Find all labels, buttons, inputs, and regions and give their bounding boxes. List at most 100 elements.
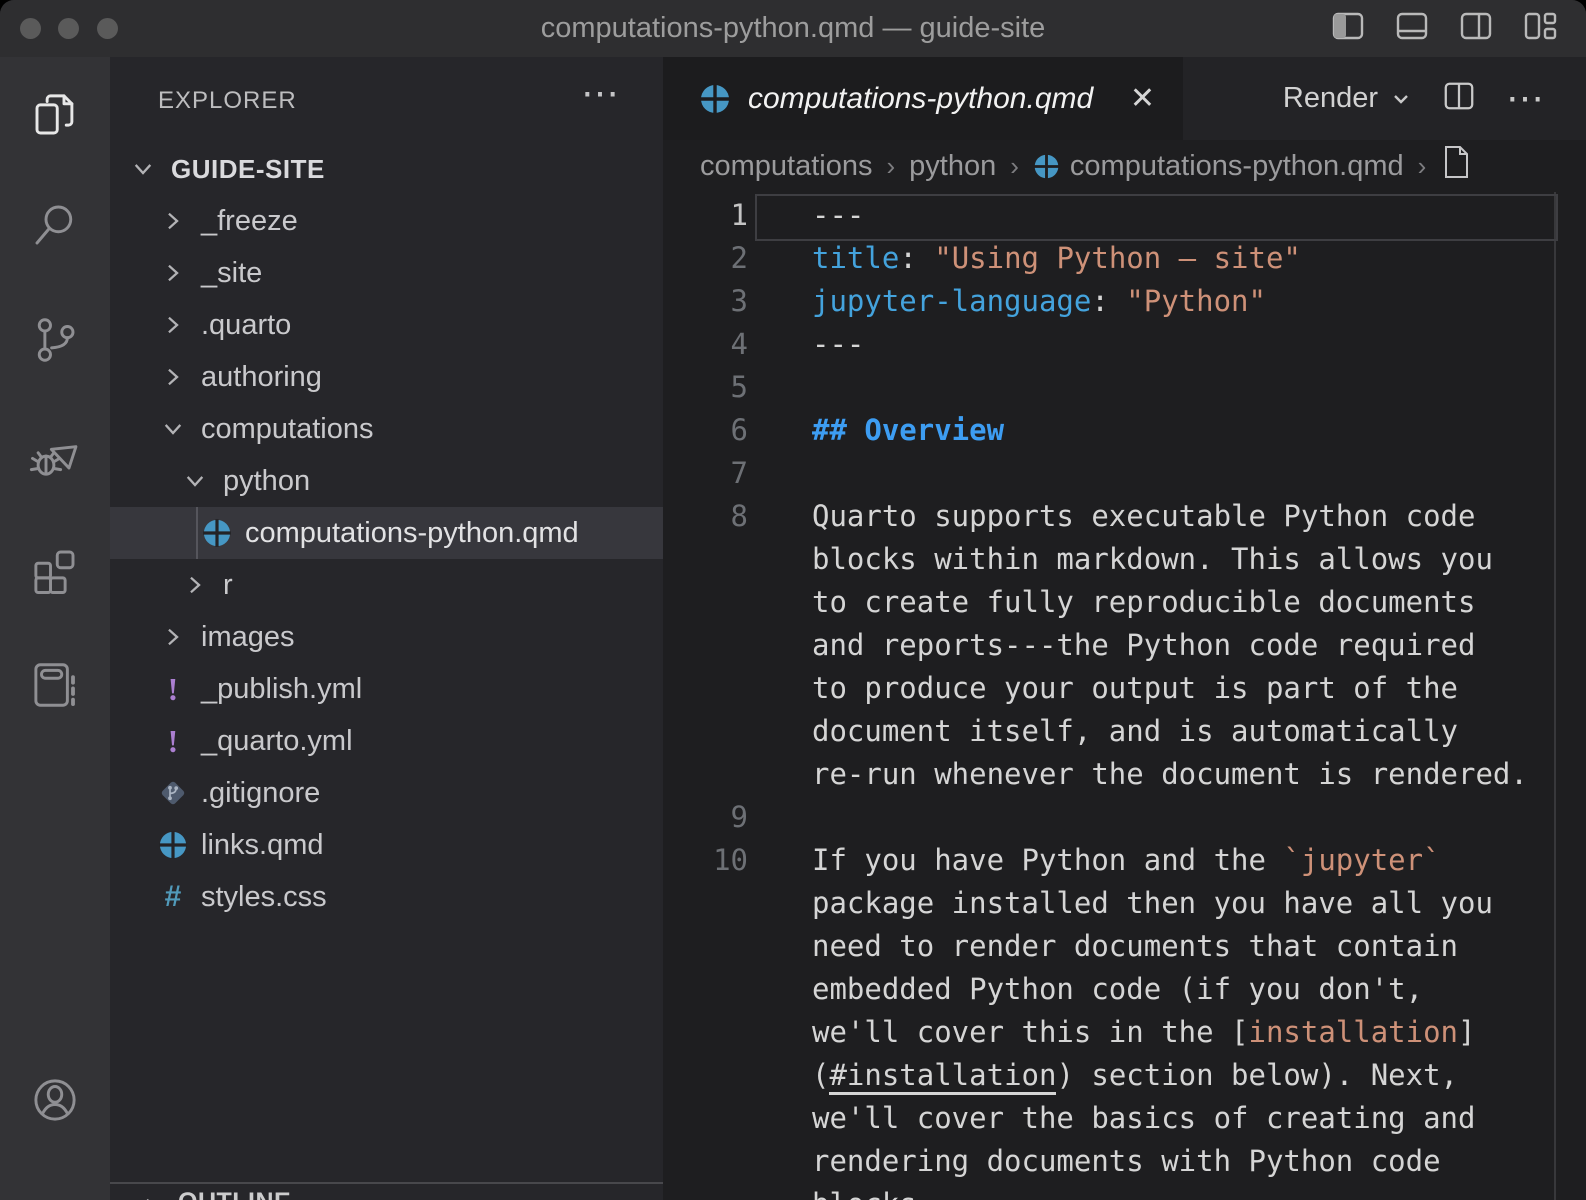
code-line-wrap[interactable]: embedded Python code (if you don't,	[663, 968, 1586, 1011]
title-bar: computations-python.qmd — guide-site	[0, 0, 1586, 57]
line-number: 8	[663, 495, 748, 538]
code-line-1[interactable]: 1---	[663, 194, 1586, 237]
tree-item-images[interactable]: images	[110, 611, 663, 663]
breadcrumb-label: computations	[700, 150, 873, 183]
line-number	[663, 925, 748, 968]
code-line-wrap[interactable]: need to render documents that contain	[663, 925, 1586, 968]
search-icon[interactable]	[0, 179, 110, 271]
file-icon	[1440, 144, 1472, 188]
code-line-5[interactable]: 5	[663, 366, 1586, 409]
explorer-icon[interactable]	[0, 69, 110, 161]
file-tree: GUIDE-SITE _freeze_site .quarto authoring co…	[110, 143, 663, 923]
yaml-icon: !	[158, 674, 188, 704]
code-line-wrap[interactable]: blocks	[663, 1183, 1586, 1200]
files-glyph	[28, 88, 82, 142]
tree-item-python[interactable]: python	[110, 455, 663, 507]
tree-item--publish-yml[interactable]: !_publish.yml	[110, 663, 663, 715]
tree-item-computations-python-qmd[interactable]: computations-python.qmd	[110, 507, 663, 559]
tree-item-styles-css[interactable]: #styles.css	[110, 871, 663, 923]
code-line-8[interactable]: 8Quarto supports executable Python code	[663, 495, 1586, 538]
tree-item--freeze[interactable]: _freeze	[110, 195, 663, 247]
sidebar-title: EXPLORER	[158, 87, 297, 115]
activity-bar	[0, 57, 110, 1200]
code-text: If you have Python and the `jupyter`	[812, 839, 1441, 882]
code-line-wrap[interactable]: and reports---the Python code required	[663, 624, 1586, 667]
code-line-wrap[interactable]: we'll cover this in the [installation]	[663, 1011, 1586, 1054]
code-line-wrap[interactable]: re-run whenever the document is rendered…	[663, 753, 1586, 796]
breadcrumb-item-file[interactable]	[1440, 144, 1472, 188]
more-actions-icon[interactable]: ⋯	[1506, 76, 1546, 121]
tab-computations-python[interactable]: computations-python.qmd ✕	[663, 57, 1183, 140]
tree-item-label: .quarto	[201, 309, 291, 342]
tree-item-label: computations	[201, 413, 374, 446]
code-line-10[interactable]: 10If you have Python and the `jupyter`	[663, 839, 1586, 882]
breadcrumb-item-computations-python-qmd[interactable]: computations-python.qmd	[1033, 150, 1404, 183]
line-number	[663, 624, 748, 667]
code-text: ---	[812, 194, 864, 237]
chevron-right-icon	[160, 208, 186, 234]
tree-item--site[interactable]: _site	[110, 247, 663, 299]
line-number	[663, 538, 748, 581]
code-line-wrap[interactable]: document itself, and is automatically	[663, 710, 1586, 753]
source-control-icon[interactable]	[0, 294, 110, 386]
line-number: 5	[663, 366, 748, 409]
split-editor-icon[interactable]	[1442, 80, 1476, 117]
tree-item-label: links.qmd	[201, 829, 324, 862]
breadcrumb-item-computations[interactable]: computations	[700, 150, 873, 183]
code-line-9[interactable]: 9	[663, 796, 1586, 839]
chevron-down-icon	[182, 468, 208, 494]
tab-strip: computations-python.qmd ✕ Render ⋯	[663, 57, 1586, 140]
render-button[interactable]: Render	[1283, 82, 1412, 115]
code-line-wrap[interactable]: blocks within markdown. This allows you	[663, 538, 1586, 581]
sidebar-more-actions-icon[interactable]: ⋯	[581, 71, 621, 116]
tree-item-computations[interactable]: computations	[110, 403, 663, 455]
outline-header[interactable]: OUTLINE	[110, 1188, 291, 1200]
code-text: embedded Python code (if you don't,	[812, 968, 1423, 1011]
toggle-secondary-sidebar-icon[interactable]	[1458, 10, 1494, 47]
render-label: Render	[1283, 82, 1378, 115]
extensions-icon[interactable]	[0, 524, 110, 616]
line-number: 3	[663, 280, 748, 323]
code-line-7[interactable]: 7	[663, 452, 1586, 495]
line-number	[663, 1183, 748, 1200]
tree-item-label: python	[223, 465, 310, 498]
tree-item-links-qmd[interactable]: links.qmd	[110, 819, 663, 871]
code-line-3[interactable]: 3jupyter-language: "Python"	[663, 280, 1586, 323]
tab-label: computations-python.qmd	[748, 82, 1093, 116]
line-number: 6	[663, 409, 748, 452]
code-line-2[interactable]: 2title: "Using Python — site"	[663, 237, 1586, 280]
tree-item-guide-site[interactable]: GUIDE-SITE	[110, 143, 663, 195]
code-editor[interactable]: 1---2title: "Using Python — site"3jupyte…	[663, 192, 1586, 1200]
code-line-wrap[interactable]: (#installation) section below). Next,	[663, 1054, 1586, 1097]
code-line-wrap[interactable]: package installed then you have all you	[663, 882, 1586, 925]
code-line-wrap[interactable]: we'll cover the basics of creating and	[663, 1097, 1586, 1140]
line-number	[663, 710, 748, 753]
toggle-primary-sidebar-icon[interactable]	[1330, 10, 1366, 47]
tree-item-r[interactable]: r	[110, 559, 663, 611]
breadcrumb-item-python[interactable]: python	[909, 150, 996, 183]
code-line-6[interactable]: 6## Overview	[663, 409, 1586, 452]
tree-item--quarto-yml[interactable]: !_quarto.yml	[110, 715, 663, 767]
code-line-wrap[interactable]: to create fully reproducible documents	[663, 581, 1586, 624]
tree-item--quarto[interactable]: .quarto	[110, 299, 663, 351]
tree-item--gitignore[interactable]: .gitignore	[110, 767, 663, 819]
breadcrumbs: computations›python›computations-python.…	[663, 140, 1586, 192]
run-debug-icon[interactable]	[0, 409, 110, 501]
code-text: ---	[812, 323, 864, 366]
notebook-icon[interactable]	[0, 639, 110, 731]
customize-layout-icon[interactable]	[1522, 10, 1558, 47]
breadcrumb-label: computations-python.qmd	[1070, 150, 1404, 183]
code-line-wrap[interactable]: to produce your output is part of the	[663, 667, 1586, 710]
account-icon[interactable]	[0, 1054, 110, 1146]
toggle-panel-icon[interactable]	[1394, 10, 1430, 47]
tree-item-label: styles.css	[201, 881, 327, 914]
chevron-right-icon	[160, 624, 186, 650]
code-line-4[interactable]: 4---	[663, 323, 1586, 366]
tree-item-label: GUIDE-SITE	[171, 154, 325, 185]
tree-item-authoring[interactable]: authoring	[110, 351, 663, 403]
code-text: we'll cover this in the [installation]	[812, 1011, 1475, 1054]
code-line-wrap[interactable]: rendering documents with Python code	[663, 1140, 1586, 1183]
code-text: blocks within markdown. This allows you	[812, 538, 1493, 581]
line-number: 2	[663, 237, 748, 280]
tab-close-icon[interactable]: ✕	[1130, 81, 1155, 116]
